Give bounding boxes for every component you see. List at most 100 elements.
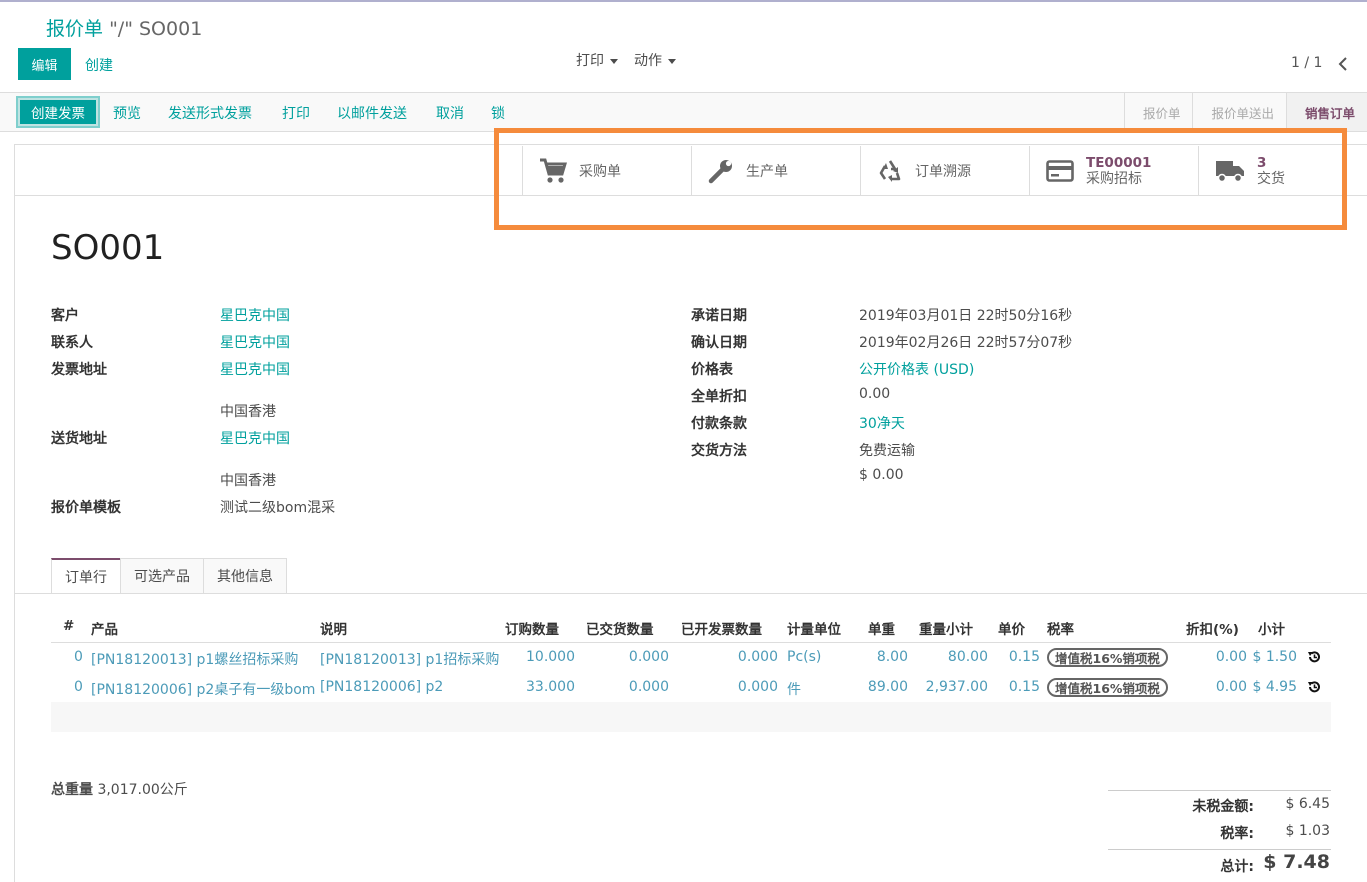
- row-product[interactable]: [PN18120013] p1螺丝招标采购: [91, 649, 298, 669]
- lock-button[interactable]: 锁: [491, 103, 505, 123]
- record-title: SO001: [51, 228, 165, 268]
- col-header-tax[interactable]: 税率: [1047, 618, 1074, 638]
- row-description[interactable]: [PN18120006] p2: [320, 679, 443, 695]
- row-discount[interactable]: 0.00: [1216, 679, 1247, 695]
- print-dropdown[interactable]: 打印: [576, 50, 618, 70]
- totals-top-line: [1108, 790, 1331, 791]
- col-header-subtotal[interactable]: 小计: [1258, 618, 1285, 638]
- quotation-template-label: 报价单模板: [51, 500, 121, 516]
- pricelist-field[interactable]: 公开价格表 (USD): [859, 359, 974, 379]
- row-seq: 0: [74, 649, 83, 665]
- row-seq: 0: [74, 679, 83, 695]
- status-bar: 创建发票 预览 发送形式发票 打印 以邮件发送 取消 锁 报价单 报价单送出 销…: [0, 92, 1367, 132]
- stage-bar: 报价单 报价单送出 销售订单: [1123, 93, 1367, 131]
- tax-total-label: 税率:: [1220, 826, 1254, 842]
- payment-terms-field[interactable]: 30净天: [859, 413, 905, 433]
- invoice-address-label: 发票地址: [51, 362, 107, 378]
- delivery-method-field[interactable]: 免费运输: [859, 440, 915, 460]
- tax-tag[interactable]: 增值税16%销项税: [1047, 678, 1168, 697]
- stage-quotation[interactable]: 报价单: [1123, 93, 1193, 131]
- col-header-delivered-qty[interactable]: 已交货数量: [586, 618, 654, 638]
- top-accent-line: [0, 0, 1367, 2]
- breadcrumb-parent[interactable]: 报价单: [46, 18, 103, 40]
- payment-terms-label: 付款条款: [691, 416, 747, 432]
- form-sheet: [14, 144, 1367, 882]
- row-unit-weight[interactable]: 89.00: [868, 679, 908, 695]
- tab-other-info[interactable]: 其他信息: [203, 558, 287, 593]
- row-invoiced-qty[interactable]: 0.000: [738, 679, 778, 695]
- commitment-date-field[interactable]: 2019年03月01日 22时50分16秒: [859, 305, 1072, 325]
- col-header-description[interactable]: 说明: [320, 618, 347, 638]
- row-uom[interactable]: Pc(s): [787, 649, 821, 665]
- row-unit-price[interactable]: 0.15: [1009, 679, 1040, 695]
- grand-total-amount: $ 7.48: [1263, 851, 1330, 873]
- cancel-button[interactable]: 取消: [436, 103, 464, 123]
- col-header-product[interactable]: 产品: [91, 618, 118, 638]
- row-uom[interactable]: 件: [787, 679, 801, 699]
- action-dropdown[interactable]: 动作: [634, 50, 676, 70]
- row-weight-subtotal: 2,937.00: [925, 679, 988, 695]
- delivery-address-field[interactable]: 星巴克中国: [220, 428, 290, 448]
- stage-quotation-sent[interactable]: 报价单送出: [1192, 93, 1286, 131]
- breadcrumb-current: SO001: [139, 18, 203, 40]
- contact-label: 联系人: [51, 335, 93, 351]
- col-header-ordered-qty[interactable]: 订购数量: [505, 618, 559, 638]
- total-weight-value: 3,017.00公斤: [97, 782, 188, 798]
- row-invoiced-qty[interactable]: 0.000: [738, 649, 778, 665]
- history-icon[interactable]: [1307, 680, 1321, 694]
- chevron-left-icon[interactable]: [1336, 54, 1350, 74]
- row-delivered-qty[interactable]: 0.000: [629, 679, 669, 695]
- confirmation-date-label: 确认日期: [691, 335, 747, 351]
- breadcrumb: 报价单 "/" SO001: [46, 14, 202, 41]
- send-proforma-button[interactable]: 发送形式发票: [168, 103, 252, 123]
- tab-order-lines[interactable]: 订单行: [51, 558, 121, 593]
- row-product[interactable]: [PN18120006] p2桌子有一级bom: [91, 679, 315, 699]
- caret-down-icon: [610, 58, 618, 64]
- col-header-invoiced-qty[interactable]: 已开发票数量: [681, 618, 762, 638]
- col-header-unit-weight[interactable]: 单重: [868, 618, 895, 638]
- stage-sales-order[interactable]: 销售订单: [1285, 93, 1367, 131]
- row-unit-weight[interactable]: 8.00: [877, 649, 908, 665]
- total-weight-label: 总重量: [51, 782, 93, 798]
- untaxed-label: 未税金额:: [1192, 799, 1254, 815]
- col-header-uom[interactable]: 计量单位: [787, 618, 841, 638]
- action-dropdown-label: 动作: [634, 53, 662, 69]
- tax-tag[interactable]: 增值税16%销项税: [1047, 648, 1168, 667]
- row-discount[interactable]: 0.00: [1216, 649, 1247, 665]
- row-ordered-qty[interactable]: 33.000: [526, 679, 575, 695]
- customer-label: 客户: [51, 308, 79, 324]
- create-button[interactable]: 创建: [85, 55, 113, 75]
- notebook-tabs: 订单行 可选产品 其他信息: [51, 558, 287, 593]
- breadcrumb-separator: "/": [109, 18, 133, 40]
- confirmation-date-field[interactable]: 2019年02月26日 22时57分07秒: [859, 332, 1072, 352]
- delivery-method-label: 交货方法: [691, 443, 747, 459]
- send-email-button[interactable]: 以邮件发送: [337, 103, 407, 123]
- row-subtotal: $ 1.50: [1252, 649, 1297, 665]
- row-description[interactable]: [PN18120013] p1招标采购: [320, 649, 499, 669]
- col-header-weight-subtotal[interactable]: 重量小计: [919, 618, 973, 638]
- commitment-date-label: 承诺日期: [691, 308, 747, 324]
- print-dropdown-label: 打印: [576, 53, 604, 69]
- row-unit-price[interactable]: 0.15: [1009, 649, 1040, 665]
- edit-button[interactable]: 编辑: [18, 48, 71, 80]
- discount-field[interactable]: 0.00: [859, 386, 890, 402]
- row-delivered-qty[interactable]: 0.000: [629, 649, 669, 665]
- history-icon[interactable]: [1307, 650, 1321, 664]
- preview-button[interactable]: 预览: [113, 103, 141, 123]
- col-header-unit-price[interactable]: 单价: [998, 618, 1025, 638]
- quotation-template-field[interactable]: 测试二级bom混采: [220, 497, 335, 517]
- col-header-discount[interactable]: 折扣(%): [1186, 618, 1239, 638]
- customer-field[interactable]: 星巴克中国: [220, 305, 290, 325]
- total-weight: 总重量 3,017.00公斤: [51, 779, 188, 799]
- col-header-seq: #: [63, 618, 75, 634]
- print-button[interactable]: 打印: [282, 103, 310, 123]
- create-invoice-button[interactable]: 创建发票: [16, 96, 100, 128]
- row-ordered-qty[interactable]: 10.000: [526, 649, 575, 665]
- totals-mid-line: [1108, 849, 1331, 850]
- untaxed-amount: $ 6.45: [1285, 796, 1330, 812]
- discount-label: 全单折扣: [691, 389, 747, 405]
- contact-field[interactable]: 星巴克中国: [220, 332, 290, 352]
- tab-optional-products[interactable]: 可选产品: [120, 558, 204, 593]
- delivery-address-label: 送货地址: [51, 431, 107, 447]
- invoice-address-field[interactable]: 星巴克中国: [220, 359, 290, 379]
